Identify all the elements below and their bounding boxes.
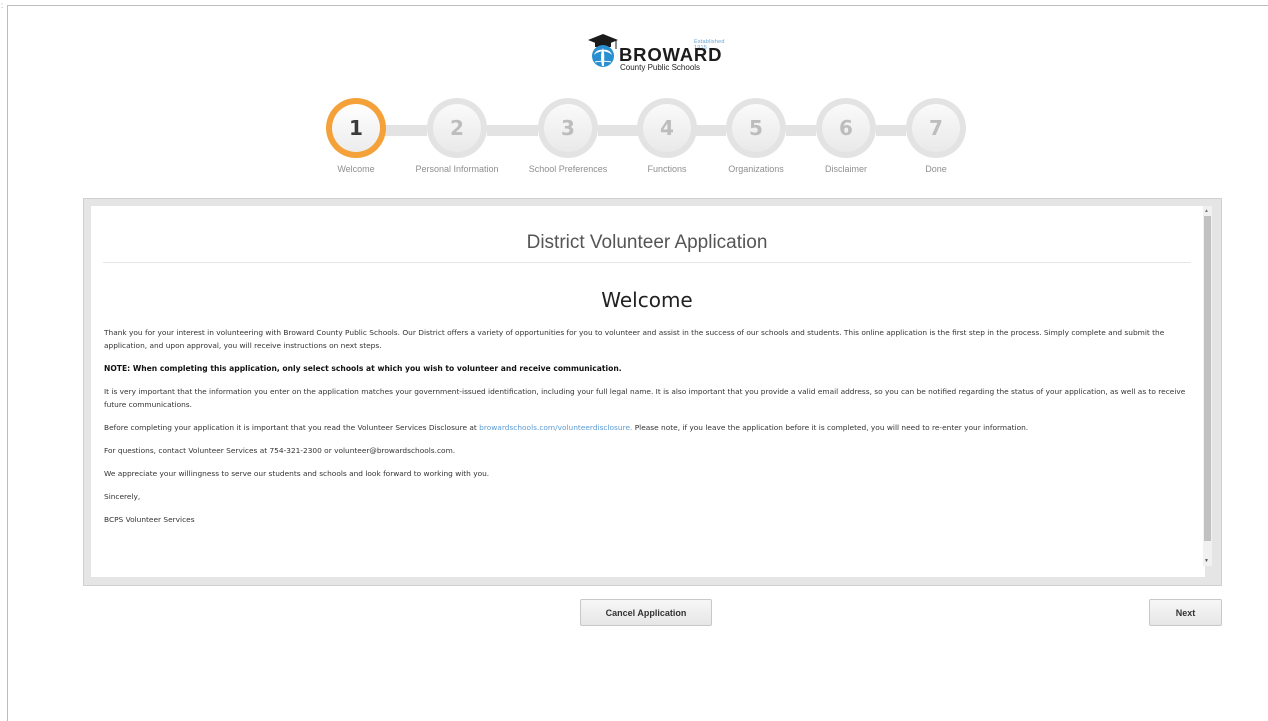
broward-logo: Established 1915 BROWARD County Public S… — [586, 32, 726, 72]
disclosure-link[interactable]: browardschools.com/volunteerdisclosure. — [479, 423, 632, 432]
step-disclaimer: 6 Disclaimer — [816, 98, 876, 174]
welcome-heading: Welcome — [601, 288, 693, 312]
step-label: Functions — [647, 164, 687, 174]
step-label: Welcome — [337, 164, 375, 174]
step-organizations: 5 Organizations — [726, 98, 786, 174]
disclosure-text-after: Please note, if you leave the applicatio… — [632, 423, 1029, 432]
content-scrollbar[interactable]: ▲ ▼ — [1203, 206, 1212, 566]
intro-paragraph: Thank you for your interest in volunteer… — [104, 328, 1165, 350]
content-panel: District Volunteer Application Welcome T… — [83, 198, 1222, 586]
note-paragraph: NOTE: When completing this application, … — [104, 364, 622, 373]
identification-paragraph: It is very important that the informatio… — [104, 387, 1186, 409]
step-functions: 4 Functions — [637, 98, 697, 174]
page-title: District Volunteer Application — [526, 232, 768, 253]
scroll-down-arrow-icon[interactable]: ▼ — [1204, 558, 1209, 564]
step-number: 1 — [332, 104, 380, 152]
welcome-body: Thank you for your interest in volunteer… — [104, 326, 1189, 536]
step-label: Disclaimer — [824, 164, 868, 174]
step-connector — [598, 125, 638, 136]
cancel-application-button[interactable]: Cancel Application — [580, 599, 712, 626]
step-connector — [487, 125, 538, 136]
step-label: Done — [925, 164, 947, 174]
step-connector — [876, 125, 906, 136]
step-number: 5 — [732, 104, 780, 152]
step-welcome: 1 Welcome — [326, 98, 386, 174]
step-number: 4 — [643, 104, 691, 152]
step-personal-information: 2 Personal Information — [415, 98, 499, 174]
step-label: Personal Information — [415, 164, 499, 174]
disclosure-text: Before completing your application it is… — [104, 423, 480, 432]
step-number: 3 — [544, 104, 592, 152]
step-connector — [696, 125, 726, 136]
step-school-preferences: 3 School Preferences — [529, 98, 607, 174]
step-number: 7 — [912, 104, 960, 152]
scrollbar-thumb[interactable] — [1204, 216, 1211, 541]
step-connector — [786, 125, 816, 136]
signature-text: BCPS Volunteer Services — [104, 515, 195, 524]
brand-subtitle: County Public Schools — [620, 63, 701, 72]
step-label: Organizations — [728, 164, 784, 174]
step-progress: 1 Welcome 2 Personal Information 3 Schoo… — [0, 98, 1268, 178]
contact-paragraph: For questions, contact Volunteer Service… — [104, 446, 456, 455]
next-button[interactable]: Next — [1149, 599, 1222, 626]
step-number: 2 — [433, 104, 481, 152]
divider — [103, 262, 1191, 263]
scroll-up-arrow-icon[interactable]: ▲ — [1204, 208, 1209, 214]
step-done: 7 Done — [906, 98, 966, 174]
closing-text: Sincerely, — [104, 492, 141, 501]
disclosure-paragraph: Before completing your application it is… — [104, 421, 1189, 434]
step-number: 6 — [822, 104, 870, 152]
welcome-content: District Volunteer Application Welcome T… — [91, 206, 1205, 577]
step-connector — [385, 125, 427, 136]
appreciation-paragraph: We appreciate your willingness to serve … — [104, 469, 490, 478]
graduation-cap-palm-icon — [588, 34, 618, 67]
step-label: School Preferences — [528, 164, 608, 174]
